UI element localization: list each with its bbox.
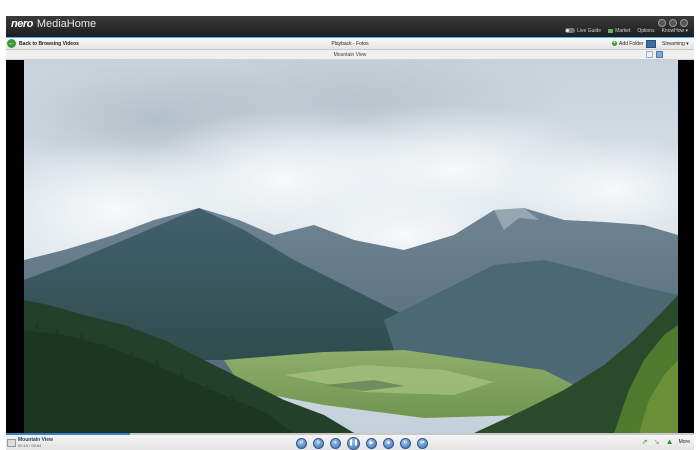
page-title: Playback - Fotos <box>331 41 369 47</box>
pause-button[interactable]: ❚❚ <box>347 437 360 450</box>
window-controls <box>658 19 688 27</box>
plus-icon: + <box>612 40 617 47</box>
top-menu: Live Guide Market Options KnowHow ▾ <box>565 28 688 34</box>
media-name-header: Mountain View <box>333 52 367 58</box>
window-mode-icon[interactable] <box>646 51 653 58</box>
streaming-dropdown[interactable]: Streaming ▾ <box>662 41 689 47</box>
repeat-button[interactable]: ↻ <box>400 438 411 449</box>
maximize-button[interactable] <box>669 19 677 27</box>
market-label: Market <box>615 28 631 34</box>
fullscreen-icon[interactable] <box>656 51 663 58</box>
sub-bar: Mountain View <box>6 50 694 60</box>
rotate-right-button[interactable]: ↻ <box>313 438 324 449</box>
playback-bar: Mountain View 00:15 / 00:54 ↺ ↻ + ❚❚ ▶ ■… <box>6 433 694 450</box>
media-thumbnail-icon <box>7 439 16 447</box>
product-name: MediaHome <box>36 18 97 30</box>
right-tools: ↗ ↘ ▲ More <box>642 438 690 446</box>
live-guide-toggle[interactable]: Live Guide <box>565 28 601 34</box>
shuffle-button[interactable]: ⇄ <box>417 438 428 449</box>
progress-track[interactable] <box>6 433 694 435</box>
mountain-photo <box>24 60 678 433</box>
progress-fill <box>6 433 130 435</box>
playback-controls: ↺ ↻ + ❚❚ ▶ ■ ↻ ⇄ <box>296 437 428 450</box>
share-icon[interactable]: ↗ <box>642 439 649 446</box>
close-button[interactable] <box>680 19 688 27</box>
tv-icon[interactable] <box>646 40 656 48</box>
brand-name: nero <box>11 18 33 30</box>
add-folder-label: Add Folder <box>619 41 644 47</box>
market-link[interactable]: Market <box>608 28 630 34</box>
title-bar: nero MediaHome Live Guide Market Options … <box>6 16 694 38</box>
toggle-switch-icon <box>565 28 576 34</box>
minimize-button[interactable] <box>658 19 666 27</box>
app-window: nero MediaHome Live Guide Market Options … <box>6 16 694 450</box>
zoom-button[interactable]: + <box>330 438 341 449</box>
next-button[interactable]: ▶ <box>366 438 377 449</box>
options-menu[interactable]: Options <box>637 28 654 34</box>
media-time: 00:15 / 00:54 <box>18 443 42 448</box>
app-logo: nero MediaHome <box>11 18 96 30</box>
add-folder-button[interactable]: + Add Folder <box>612 41 643 47</box>
more-arrow-icon[interactable]: ▲ <box>666 438 674 446</box>
navigation-bar: ← Back to Browsing Videos Playback - Fot… <box>6 38 694 50</box>
rotate-left-button[interactable]: ↺ <box>296 438 307 449</box>
export-icon[interactable]: ↘ <box>654 439 661 446</box>
live-guide-label: Live Guide <box>577 28 602 34</box>
knowhow-menu[interactable]: KnowHow ▾ <box>662 28 688 34</box>
more-button[interactable]: More <box>679 439 690 445</box>
slideshow-button[interactable]: ■ <box>383 438 394 449</box>
market-icon <box>608 28 614 33</box>
photo-viewer[interactable] <box>24 60 678 433</box>
